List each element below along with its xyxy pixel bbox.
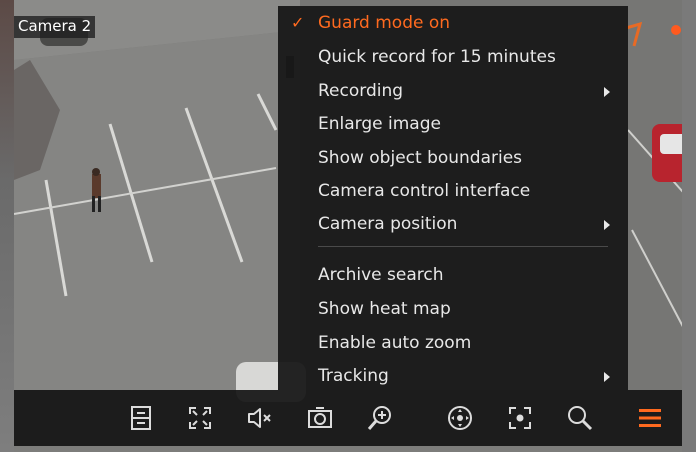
zoom-in-icon (367, 406, 391, 430)
menu-item-label: Show heat map (318, 299, 451, 319)
focus-object-icon (509, 407, 531, 429)
menu-item-show-heat-map[interactable]: Show heat map (278, 292, 628, 326)
left-edge-strip (0, 0, 14, 452)
ptz-control-button[interactable] (440, 390, 480, 446)
menu-item-camera-control-interface[interactable]: Camera control interface (278, 174, 628, 208)
mute-button[interactable] (240, 390, 280, 446)
menu-item-label: Camera position (318, 214, 458, 234)
camera-name-label: Camera 2 (14, 16, 96, 38)
right-edge-strip (682, 0, 696, 452)
menu-item-label: Archive search (318, 265, 444, 285)
menu-divider (318, 246, 608, 247)
menu-item-enlarge-image[interactable]: Enlarge image (278, 107, 628, 141)
checkmark-icon: ✓ (291, 13, 305, 32)
menu-item-label: Recording (318, 81, 404, 101)
menu-icon (639, 409, 661, 427)
recording-indicator-icon (671, 25, 681, 35)
submenu-arrow-icon (604, 87, 610, 97)
menu-item-quick-record[interactable]: Quick record for 15 minutes (278, 40, 628, 74)
fullscreen-button[interactable] (180, 390, 220, 446)
menu-item-label: Enlarge image (318, 114, 441, 134)
zoom-in-button[interactable] (360, 390, 400, 446)
submenu-arrow-icon (604, 372, 610, 382)
menu-item-tracking[interactable]: Tracking (278, 359, 628, 393)
menu-item-label: Tracking (318, 366, 389, 386)
snapshot-icon (308, 407, 332, 428)
camera-context-menu: ✓ Guard mode on Quick record for 15 minu… (278, 6, 628, 390)
submenu-arrow-icon (604, 220, 610, 230)
menu-button[interactable] (630, 390, 670, 446)
search-button[interactable] (560, 390, 600, 446)
camera-toolbar (14, 390, 682, 446)
snapshot-button[interactable] (300, 390, 340, 446)
fullscreen-icon (189, 407, 211, 429)
menu-item-label: Guard mode on (318, 13, 451, 33)
menu-item-enable-auto-zoom[interactable]: Enable auto zoom (278, 326, 628, 360)
menu-item-label: Enable auto zoom (318, 333, 472, 353)
mute-icon (248, 408, 271, 428)
menu-item-label: Show object boundaries (318, 148, 523, 168)
info-panel-button[interactable] (121, 390, 161, 446)
focus-object-button[interactable] (500, 390, 540, 446)
menu-item-guard-mode[interactable]: ✓ Guard mode on (278, 6, 628, 40)
menu-item-label: Quick record for 15 minutes (318, 47, 556, 67)
info-panel-icon (131, 406, 151, 430)
ptz-control-icon (448, 406, 472, 430)
menu-item-label: Camera control interface (318, 181, 531, 201)
menu-item-recording[interactable]: Recording (278, 74, 628, 108)
menu-item-show-object-boundaries[interactable]: Show object boundaries (278, 141, 628, 175)
search-icon (568, 406, 593, 431)
menu-item-camera-position[interactable]: Camera position (278, 207, 628, 241)
menu-item-archive-search[interactable]: Archive search (278, 258, 628, 292)
